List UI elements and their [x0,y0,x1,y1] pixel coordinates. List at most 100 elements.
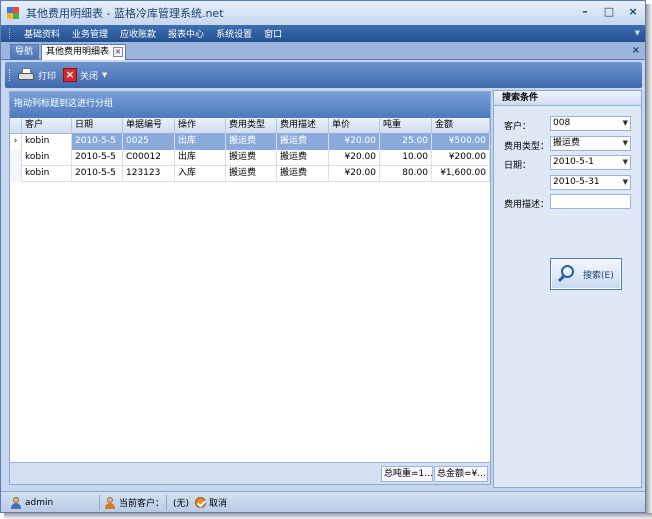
chevron-down-icon[interactable]: ▼ [623,117,628,130]
menu-item-settings[interactable]: 系统设置 [210,27,258,40]
minimize-button[interactable]: – [579,5,591,18]
cell-fee-desc[interactable]: 搬运费 [277,166,329,182]
cell-operation[interactable]: 入库 [175,166,226,182]
column-header-amount[interactable]: 金额 [432,118,490,134]
column-header-unit-price[interactable]: 单价 [329,118,380,134]
toolbar-grip[interactable] [9,69,11,81]
printer-icon [17,68,35,82]
table-row[interactable]: kobin 2010-5-5 123123 入库 搬运费 搬运费 ¥20.00 … [10,166,490,182]
cell-date[interactable]: 2010-5-5 [72,150,123,166]
cell-fee-type[interactable]: 搬运费 [226,166,277,182]
cell-doc-no[interactable]: C00012 [123,150,175,166]
window-shadow-bottom [4,513,652,519]
cell-customer[interactable]: kobin [22,134,72,150]
title-bar[interactable]: 其他费用明细表 - 蓝格冷库管理系统.net – □ × [1,1,645,25]
column-header-fee-desc[interactable]: 费用描述 [277,118,329,134]
app-icon [6,6,20,20]
close-button[interactable]: × 关闭 ▼ [63,66,107,84]
cell-fee-desc[interactable]: 搬运费 [277,150,329,166]
cell-date[interactable]: 2010-5-5 [72,134,123,150]
status-bar: admin 当前客户： (无) 取消 [1,491,645,512]
menu-overflow-icon[interactable]: ▼ [635,29,640,37]
column-header-date[interactable]: 日期 [72,118,123,134]
date-label: 日期： [504,161,532,171]
menu-grip[interactable] [9,28,12,39]
cell-weight[interactable]: 80.00 [380,166,432,182]
date-from-picker[interactable]: 2010-5-1 ▼ [550,155,631,170]
cell-date[interactable]: 2010-5-5 [72,166,123,182]
date-from-value: 2010-5-1 [553,157,594,167]
column-header-operation[interactable]: 操作 [175,118,226,134]
fee-type-select[interactable]: 搬运费 ▼ [550,136,631,151]
menu-item-business[interactable]: 业务管理 [66,27,114,40]
tab-label: 其他费用明细表 [46,47,110,57]
cell-operation[interactable]: 出库 [175,134,226,150]
chevron-down-icon[interactable]: ▼ [623,176,628,189]
group-by-panel[interactable]: 拖动列标题到这进行分组 [10,92,490,118]
cell-doc-no[interactable]: 123123 [123,166,175,182]
chevron-down-icon[interactable]: ▼ [102,71,107,79]
cell-unit-price[interactable]: ¥20.00 [329,134,380,150]
date-to-value: 2010-5-31 [553,177,600,187]
cell-amount[interactable]: ¥500.00 [432,134,490,150]
cell-doc-no[interactable]: 0025 [123,134,175,150]
customer-value: 008 [553,118,571,128]
cell-unit-price[interactable]: ¥20.00 [329,166,380,182]
cell-amount[interactable]: ¥200.00 [432,150,490,166]
total-weight-summary[interactable]: 总吨重=1... [381,466,433,482]
customer-icon [105,496,115,509]
menu-item-receivables[interactable]: 应收账款 [114,27,162,40]
pane-close-icon[interactable]: × [632,45,640,56]
fee-desc-label: 费用描述： [504,200,550,210]
date-to-picker[interactable]: 2010-5-31 ▼ [550,175,631,190]
column-header-customer[interactable]: 客户 [22,118,72,134]
customer-label: 客户： [504,122,532,132]
chevron-down-icon[interactable]: ▼ [623,137,628,150]
status-user-name: admin [25,497,54,508]
print-button[interactable]: 打印 [17,66,56,84]
cell-operation[interactable]: 出库 [175,150,226,166]
status-cancel-button[interactable]: 取消 [195,495,227,510]
fee-desc-input[interactable] [550,194,631,209]
total-amount-summary[interactable]: 总金额=¥... [434,466,488,482]
cell-customer[interactable]: kobin [22,150,72,166]
menu-list: 基础资料 业务管理 应收账款 报表中心 系统设置 窗口 [18,27,288,40]
cell-unit-price[interactable]: ¥20.00 [329,150,380,166]
search-button-label: 搜索(E) [583,270,614,281]
cell-weight[interactable]: 10.00 [380,150,432,166]
table-row[interactable]: › kobin 2010-5-5 0025 出库 搬运费 搬运费 ¥20.00 … [10,134,490,150]
grid-header: 客户 日期 单据编号 操作 费用类型 费用描述 单价 吨重 金额 [10,118,490,134]
column-header-weight[interactable]: 吨重 [380,118,432,134]
column-header-doc-no[interactable]: 单据编号 [123,118,175,134]
search-button[interactable]: 搜索(E) [550,258,622,290]
grid-summary-footer: 总吨重=1... 总金额=¥... [10,462,490,484]
tab-close-icon[interactable]: × [113,47,123,57]
search-panel: 搜索条件 客户： 008 ▼ 费用类型： 搬运费 ▼ 日期： 2010-5-1 … [493,90,642,488]
menu-item-basic-data[interactable]: 基础资料 [18,27,66,40]
maximize-button[interactable]: □ [603,5,615,18]
close-icon: × [63,68,77,82]
table-row[interactable]: kobin 2010-5-5 C00012 出库 搬运费 搬运费 ¥20.00 … [10,150,490,166]
chevron-down-icon[interactable]: ▼ [623,156,628,169]
cell-fee-type[interactable]: 搬运费 [226,134,277,150]
cell-weight[interactable]: 25.00 [380,134,432,150]
close-window-button[interactable]: × [627,5,639,18]
tab-navigation[interactable]: 导航 [10,44,39,60]
status-divider [166,495,167,510]
column-header-fee-type[interactable]: 费用类型 [226,118,277,134]
cell-fee-type[interactable]: 搬运费 [226,150,277,166]
user-icon [11,496,21,509]
customer-select[interactable]: 008 ▼ [550,116,631,131]
tab-other-fees-detail[interactable]: 其他费用明细表 × [41,44,126,60]
cancel-label: 取消 [209,499,228,509]
menu-item-window[interactable]: 窗口 [258,27,288,40]
menu-item-reports[interactable]: 报表中心 [162,27,210,40]
tab-label: 导航 [15,47,34,57]
cell-amount[interactable]: ¥1,600.00 [432,166,490,182]
document-tabs: 导航 其他费用明细表 × [1,42,645,60]
cell-fee-desc[interactable]: 搬运费 [277,134,329,150]
cell-customer[interactable]: kobin [22,166,72,182]
toolbar: 打印 × 关闭 ▼ [5,62,642,88]
row-indicator [10,150,22,166]
window-shadow-right [646,4,652,517]
